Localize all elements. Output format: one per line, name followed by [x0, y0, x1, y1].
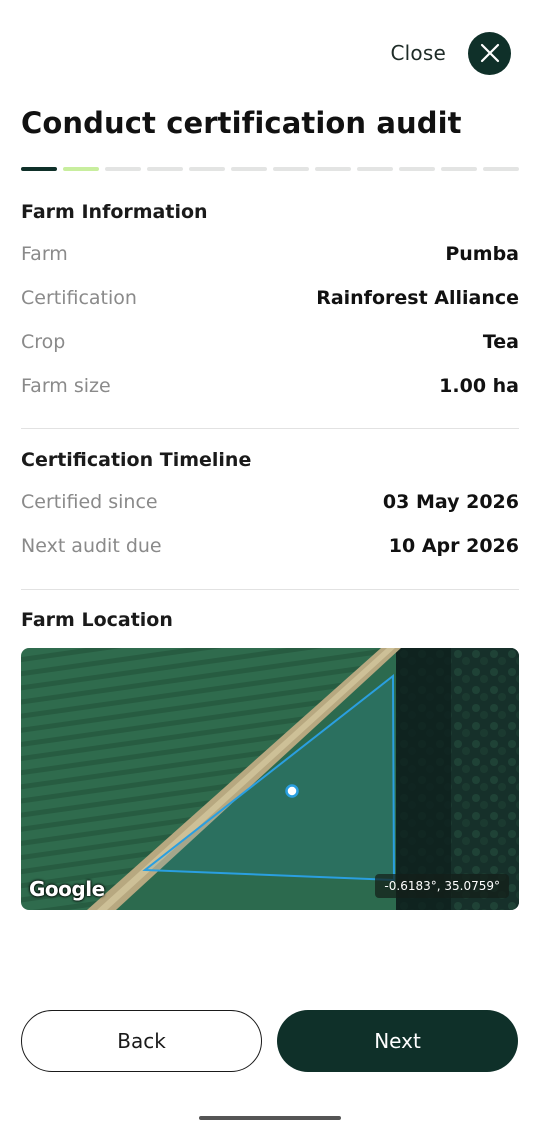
farm-information-title: Farm Information	[21, 201, 208, 223]
section-divider	[21, 589, 519, 590]
progress-segment	[483, 167, 519, 171]
progress-segment	[189, 167, 225, 171]
close-label[interactable]: Close	[391, 41, 446, 65]
info-row-farm: Farm Pumba	[21, 243, 519, 265]
progress-segment	[315, 167, 351, 171]
progress-segment	[63, 167, 99, 171]
info-value: Rainforest Alliance	[316, 287, 519, 309]
progress-segment	[147, 167, 183, 171]
timeline-row-next-audit: Next audit due 10 Apr 2026	[21, 535, 519, 557]
certification-timeline-title: Certification Timeline	[21, 449, 252, 471]
info-label: Farm	[21, 243, 68, 265]
info-value: Pumba	[445, 243, 519, 265]
info-label: Certification	[21, 287, 137, 309]
timeline-row-certified-since: Certified since 03 May 2026	[21, 491, 519, 513]
section-divider	[21, 428, 519, 429]
info-row-crop: Crop Tea	[21, 331, 519, 353]
farm-location-title: Farm Location	[21, 609, 173, 631]
header-actions: Close	[391, 31, 511, 75]
info-row-certification: Certification Rainforest Alliance	[21, 287, 519, 309]
info-value: Tea	[482, 331, 519, 353]
progress-segment	[273, 167, 309, 171]
coordinates-badge: -0.6183°, 35.0759°	[375, 874, 509, 898]
farm-center-marker	[285, 784, 299, 798]
timeline-value: 03 May 2026	[382, 491, 519, 513]
close-button[interactable]	[468, 31, 511, 75]
progress-segment	[231, 167, 267, 171]
close-icon	[480, 43, 499, 63]
progress-segment	[441, 167, 477, 171]
info-value: 1.00 ha	[439, 375, 519, 397]
timeline-value: 10 Apr 2026	[388, 535, 519, 557]
progress-segment	[357, 167, 393, 171]
satellite-map-image	[21, 648, 519, 910]
info-label: Crop	[21, 331, 66, 353]
farm-location-map[interactable]: Google -0.6183°, 35.0759°	[21, 648, 519, 910]
page-title: Conduct certification audit	[21, 106, 462, 140]
info-label: Farm size	[21, 375, 111, 397]
timeline-label: Certified since	[21, 491, 158, 513]
progress-segment	[21, 167, 57, 171]
back-button[interactable]: Back	[21, 1010, 262, 1072]
google-logo: Google	[29, 877, 105, 901]
progress-segment	[399, 167, 435, 171]
info-row-farm-size: Farm size 1.00 ha	[21, 375, 519, 397]
progress-segment	[105, 167, 141, 171]
next-button[interactable]: Next	[277, 1010, 518, 1072]
home-indicator	[199, 1116, 341, 1120]
step-progress	[21, 167, 519, 171]
timeline-label: Next audit due	[21, 535, 162, 557]
